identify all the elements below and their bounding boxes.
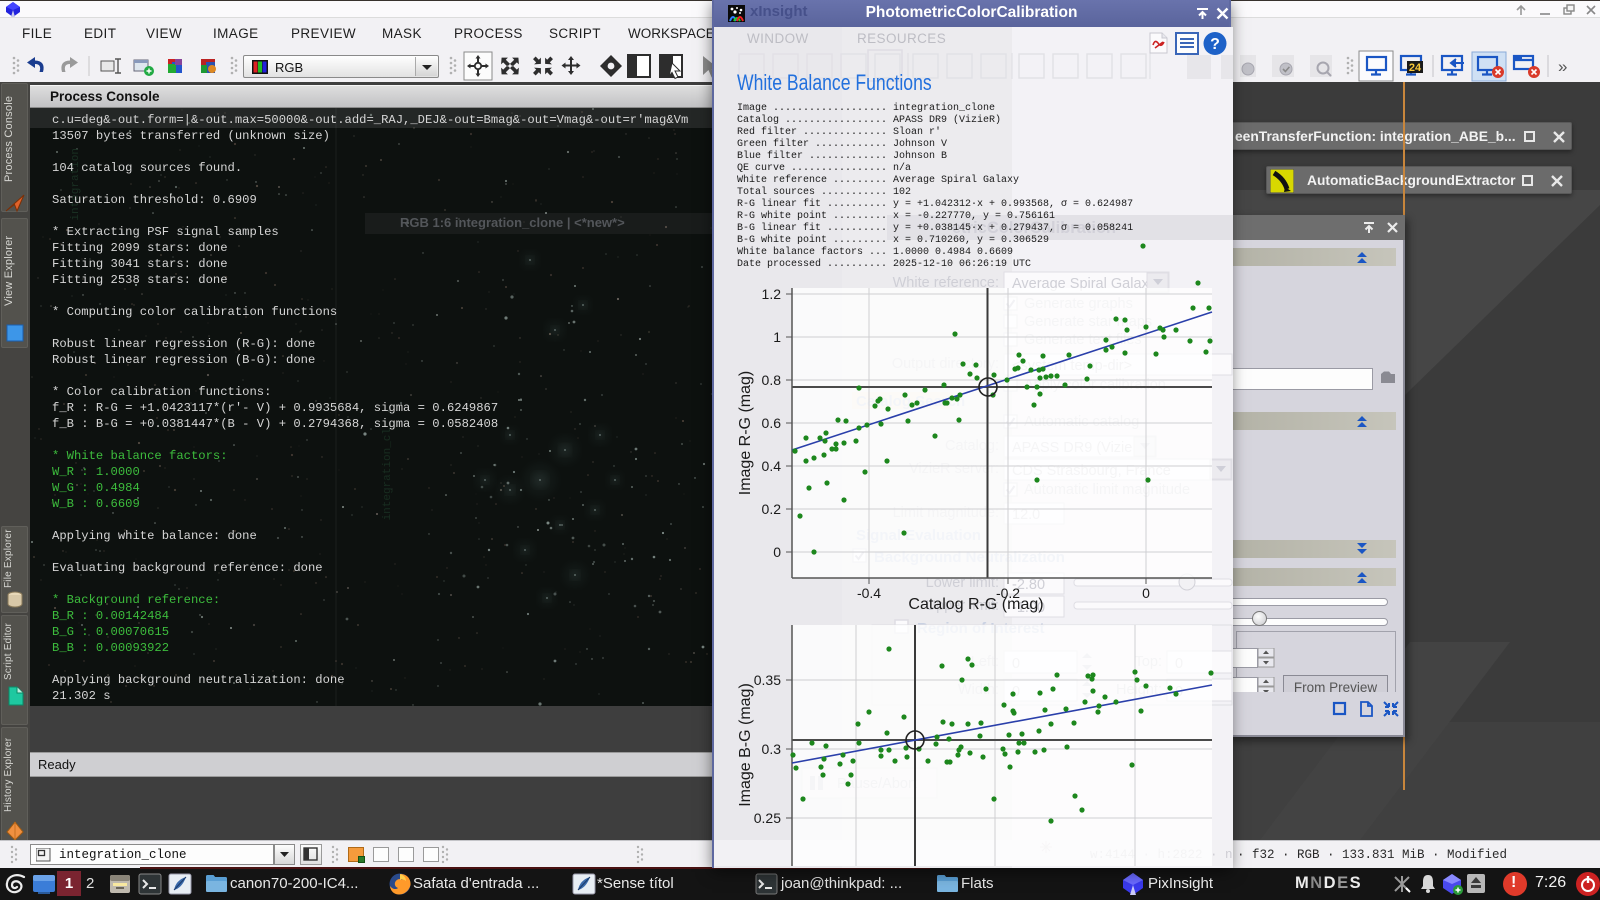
- svg-text:0.8: 0.8: [762, 372, 782, 388]
- svg-text:0.2: 0.2: [762, 501, 782, 517]
- svg-text:0.4: 0.4: [762, 458, 782, 474]
- svg-text:0.3: 0.3: [762, 741, 782, 757]
- svg-text:0: 0: [773, 544, 781, 560]
- svg-text:WINDOW: WINDOW: [747, 31, 809, 46]
- svg-text:0.6: 0.6: [762, 415, 782, 431]
- svg-text:0.25: 0.25: [754, 810, 781, 826]
- svg-text:Image R-G (mag): Image R-G (mag): [737, 371, 754, 495]
- svg-text:1: 1: [773, 329, 781, 345]
- svg-text:?: ?: [1210, 36, 1220, 53]
- svg-text:Image B-G (mag): Image B-G (mag): [737, 683, 754, 807]
- svg-text:RESOURCES: RESOURCES: [857, 31, 946, 46]
- svg-text:0: 0: [1142, 585, 1150, 601]
- svg-text:Catalog R-G (mag): Catalog R-G (mag): [908, 596, 1043, 613]
- svg-text:0.35: 0.35: [754, 672, 781, 688]
- svg-text:24: 24: [1409, 62, 1422, 74]
- svg-text:1.2: 1.2: [762, 286, 782, 302]
- svg-text:-0.4: -0.4: [857, 585, 881, 601]
- svg-text:»: »: [1558, 57, 1567, 76]
